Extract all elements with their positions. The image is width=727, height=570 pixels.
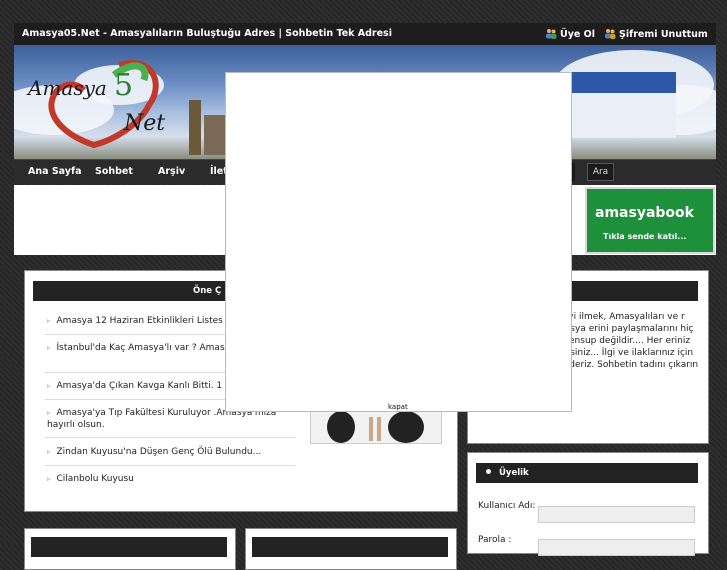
bullet-icon: ▹ bbox=[47, 448, 51, 456]
register-link[interactable]: Üye Ol bbox=[545, 28, 595, 40]
password-label: Parola : bbox=[478, 535, 512, 545]
bullet-icon: ▹ bbox=[47, 409, 51, 417]
nav-archive[interactable]: Arşiv bbox=[158, 166, 185, 177]
bullet-icon: ▹ bbox=[47, 317, 51, 325]
nav-home[interactable]: Ana Sayfa bbox=[28, 166, 82, 177]
amasyabook-subtitle: Tıkla sende katıl... bbox=[603, 232, 687, 241]
bottom-panel-header bbox=[252, 537, 448, 557]
top-bar: Amasya05.Net - Amasyalıların Buluştuğu A… bbox=[14, 23, 716, 45]
news-link[interactable]: Cilanbolu Kuyusu bbox=[57, 474, 134, 484]
site-logo[interactable]: Amasya Net 5 bbox=[14, 45, 244, 159]
featured-title: Öne Ç bbox=[193, 286, 222, 296]
bullet-icon: ▹ bbox=[47, 475, 51, 483]
close-popup-link[interactable]: kapat bbox=[388, 403, 408, 411]
popup-overlay: kapat bbox=[225, 72, 572, 412]
amasyabook-banner[interactable]: amasyabook Tıkla sende katıl... bbox=[585, 187, 715, 254]
bullet-icon: ▹ bbox=[47, 344, 51, 352]
username-label: Kullanıcı Adı: bbox=[478, 501, 536, 511]
svg-text:Net: Net bbox=[123, 111, 165, 136]
amasyabook-title: amasyabook bbox=[595, 205, 694, 221]
news-item[interactable]: ▹ Zindan Kuyusu'na Düşen Genç Ölü Bulundu… bbox=[47, 446, 292, 458]
membership-panel: Üyelik Kullanıcı Adı: Parola : bbox=[467, 452, 709, 556]
news-item[interactable]: ▹ Cilanbolu Kuyusu bbox=[47, 473, 292, 485]
search-button[interactable]: Ara bbox=[587, 163, 614, 181]
username-field[interactable] bbox=[538, 506, 695, 523]
bullet-icon: ▹ bbox=[47, 382, 51, 390]
users-icon bbox=[546, 29, 557, 39]
site-title[interactable]: Amasya05.Net - Amasyalıların Buluştuğu A… bbox=[22, 28, 392, 39]
membership-header: Üyelik bbox=[476, 463, 698, 483]
divider bbox=[45, 437, 295, 438]
news-link[interactable]: Amasya 12 Haziran Etkinlikleri Listes bbox=[57, 316, 223, 326]
membership-title-label: Üyelik bbox=[499, 468, 529, 478]
bottom-panel-middle bbox=[245, 528, 457, 570]
svg-text:5: 5 bbox=[114, 68, 133, 103]
user-key-icon bbox=[605, 29, 616, 39]
bullet-icon bbox=[486, 469, 491, 474]
bottom-panel-left bbox=[24, 528, 236, 570]
svg-text:Amasya: Amasya bbox=[26, 76, 107, 100]
register-label: Üye Ol bbox=[560, 29, 595, 40]
membership-title: Üyelik bbox=[486, 468, 529, 478]
forgot-password-label: Şifremi Unuttum bbox=[619, 29, 708, 40]
news-link[interactable]: Amasya'da Çıkan Kavga Kanlı Bitti. 1 bbox=[57, 381, 223, 391]
forgot-password-link[interactable]: Şifremi Unuttum bbox=[604, 28, 708, 40]
bottom-panel-header bbox=[31, 537, 227, 557]
divider bbox=[45, 465, 295, 466]
news-link[interactable]: Zindan Kuyusu'na Düşen Genç Ölü Bulundu.… bbox=[57, 447, 262, 457]
nav-chat[interactable]: Sohbet bbox=[95, 166, 133, 177]
password-field[interactable] bbox=[538, 539, 695, 556]
